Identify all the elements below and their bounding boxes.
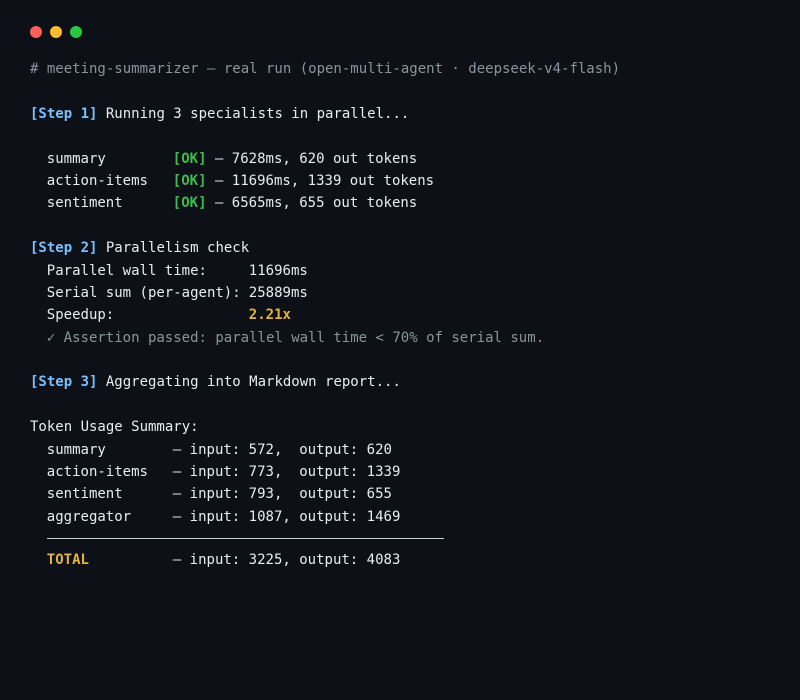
usage-row: action-items — input: 773, output: 1339 <box>30 461 780 483</box>
step1-text: Running 3 specialists in parallel... <box>97 105 410 122</box>
window-controls <box>30 26 82 38</box>
usage-detail: — input: 773, output: 1339 <box>172 464 401 481</box>
header-comment: # meeting-summarizer — real run (open-mu… <box>30 61 621 77</box>
step2-line: [Step 2] Parallelism check <box>30 237 780 259</box>
metric-key: Parallel wall time: <box>46 262 207 279</box>
step2-tag: [Step 2] <box>30 240 98 257</box>
ok-status: [OK] <box>172 150 207 167</box>
step3-text: Aggregating into Markdown report... <box>97 374 401 391</box>
usage-agent-name: sentiment <box>46 486 123 503</box>
step2-text: Parallelism check <box>97 240 250 257</box>
speedup-row: Speedup: 2.21x <box>30 304 780 326</box>
usage-title: Token Usage Summary: <box>30 419 199 436</box>
terminal-window: # meeting-summarizer — real run (open-mu… <box>0 0 800 700</box>
total-detail: — input: 3225, output: 4083 <box>172 552 401 569</box>
agent-result-row: summary [OK] — 7628ms, 620 out tokens <box>30 148 780 170</box>
agent-name: summary <box>46 150 106 167</box>
agent-detail: — 6565ms, 655 out tokens <box>206 195 418 212</box>
usage-agent-name: aggregator <box>46 508 132 525</box>
metric-row: Serial sum (per-agent): 25889ms <box>30 282 780 304</box>
agent-result-row: action-items [OK] — 11696ms, 1339 out tok… <box>30 170 780 192</box>
agent-detail: — 7628ms, 620 out tokens <box>206 150 418 167</box>
total-label: TOTAL <box>46 552 89 569</box>
usage-row: sentiment — input: 793, output: 655 <box>30 483 780 505</box>
assertion-text: ✓ Assertion passed: parallel wall time <… <box>46 329 545 346</box>
step1-line: [Step 1] Running 3 specialists in parall… <box>30 103 780 125</box>
step3-line: [Step 3] Aggregating into Markdown repor… <box>30 371 780 393</box>
agent-name: action-items <box>46 172 148 189</box>
step1-tag: [Step 1] <box>30 105 98 122</box>
minimize-window-button[interactable] <box>50 26 62 38</box>
usage-agent-name: action-items <box>46 464 148 481</box>
close-window-button[interactable] <box>30 26 42 38</box>
speedup-value: 2.21x <box>248 307 291 324</box>
ok-status: [OK] <box>172 195 207 212</box>
metric-value: 25889ms <box>248 284 308 301</box>
usage-divider <box>46 538 444 540</box>
metric-key: Serial sum (per-agent): <box>46 284 241 301</box>
terminal-output: # meeting-summarizer — real run (open-mu… <box>30 58 780 572</box>
usage-total-row: TOTAL — input: 3225, output: 4083 <box>30 549 780 571</box>
usage-row: aggregator — input: 1087, output: 1469 <box>30 506 780 528</box>
usage-agent-name: summary <box>46 441 106 458</box>
maximize-window-button[interactable] <box>70 26 82 38</box>
usage-detail: — input: 793, output: 655 <box>172 486 392 503</box>
ok-status: [OK] <box>172 172 207 189</box>
agent-result-row: sentiment [OK] — 6565ms, 655 out tokens <box>30 192 780 214</box>
usage-detail: — input: 572, output: 620 <box>172 441 392 458</box>
speedup-key: Speedup: <box>46 307 115 324</box>
usage-row: summary — input: 572, output: 620 <box>30 439 780 461</box>
step3-tag: [Step 3] <box>30 374 98 391</box>
usage-detail: — input: 1087, output: 1469 <box>172 508 401 525</box>
metric-value: 11696ms <box>248 262 308 279</box>
metric-row: Parallel wall time: 11696ms <box>30 260 780 282</box>
agent-detail: — 11696ms, 1339 out tokens <box>206 172 435 189</box>
assertion-row: ✓ Assertion passed: parallel wall time <… <box>30 327 780 349</box>
agent-name: sentiment <box>46 195 123 212</box>
